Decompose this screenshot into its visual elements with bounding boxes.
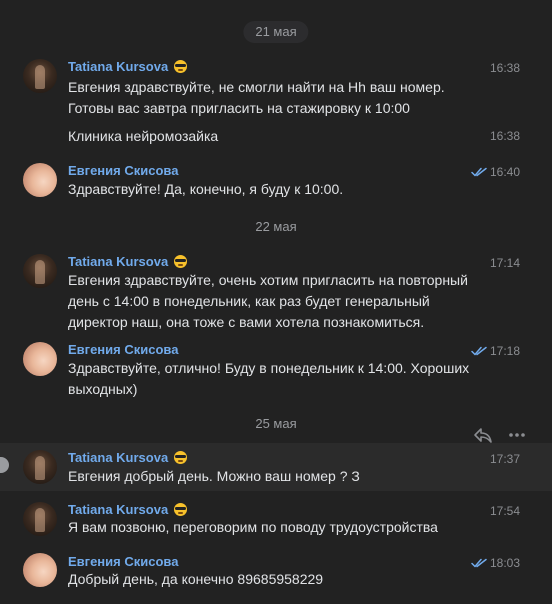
- author-name[interactable]: Tatiana Kursova: [68, 450, 188, 466]
- author-name[interactable]: Tatiana Kursova: [68, 502, 188, 518]
- author-name-text[interactable]: Tatiana Kursova: [68, 59, 168, 74]
- message-time-text: 17:18: [489, 344, 520, 358]
- message-text: Евгения добрый день. Можно ваш номер ? З: [68, 468, 360, 484]
- date-separator: 21 мая: [243, 21, 309, 43]
- message[interactable]: 16:38 Клиника нейромозайка: [0, 124, 552, 152]
- message-time-text: 18:03: [489, 556, 520, 570]
- message-time-text: 16:40: [489, 165, 520, 179]
- message-time: 16:40: [471, 164, 520, 180]
- message-text: Здравствуйте! Да, конечно, я буду к 10:0…: [68, 181, 344, 197]
- message-text: Здравствуйте, отлично! Буду в понедельни…: [68, 360, 470, 397]
- message-text: Евгения здравствуйте, очень хотим пригла…: [68, 272, 468, 330]
- message-time: 17:14: [489, 256, 520, 270]
- chat-history[interactable]: 21 мая Tatiana Kursova 16:38 Евгения здр…: [0, 0, 552, 604]
- message[interactable]: Tatiana Kursova 17:54 Я вам позвоню, пер…: [0, 495, 552, 543]
- sunglasses-emoji-icon: [174, 60, 188, 73]
- date-separator: 22 мая: [255, 219, 297, 234]
- avatar[interactable]: [23, 450, 57, 484]
- author-name[interactable]: Евгения Скисова: [68, 342, 178, 358]
- author-name[interactable]: Евгения Скисова: [68, 163, 178, 179]
- message[interactable]: Евгения Скисова 18:03 Добрый день, да ко…: [0, 547, 552, 595]
- date-separator: 25 мая: [255, 416, 297, 431]
- avatar[interactable]: [23, 553, 57, 587]
- author-name-text[interactable]: Tatiana Kursova: [68, 450, 168, 465]
- message-time: 16:38: [489, 129, 520, 143]
- avatar[interactable]: [23, 254, 57, 288]
- avatar[interactable]: [23, 59, 57, 93]
- message-text: Клиника нейромозайка: [68, 128, 219, 144]
- avatar[interactable]: [23, 163, 57, 197]
- message-time: 17:18: [471, 343, 520, 359]
- selection-indicator[interactable]: [0, 457, 9, 473]
- author-name-text[interactable]: Tatiana Kursova: [68, 502, 168, 517]
- sunglasses-emoji-icon: [174, 503, 188, 516]
- message-text: Я вам позвоню, переговорим по поводу тру…: [68, 519, 438, 535]
- message-text: Евгения здравствуйте, не смогли найти на…: [68, 79, 445, 116]
- message[interactable]: Tatiana Kursova 16:38 Евгения здравствуй…: [0, 54, 552, 118]
- message[interactable]: Tatiana Kursova 17:14 Евгения здравствуй…: [0, 249, 552, 330]
- author-name-text[interactable]: Tatiana Kursova: [68, 254, 168, 269]
- avatar[interactable]: [23, 502, 57, 536]
- message[interactable]: Tatiana Kursova 17:37 Евгения добрый ден…: [0, 443, 552, 491]
- author-name[interactable]: Евгения Скисова: [68, 554, 178, 570]
- message-time: 17:54: [489, 504, 520, 518]
- sunglasses-emoji-icon: [174, 451, 188, 464]
- message[interactable]: Евгения Скисова 17:18 Здравствуйте, отли…: [0, 337, 552, 403]
- double-check-icon: [471, 558, 487, 568]
- message-text: Добрый день, да конечно 89685958229: [68, 571, 324, 587]
- sunglasses-emoji-icon: [174, 255, 188, 268]
- double-check-icon: [471, 346, 487, 356]
- message-time: 17:37: [489, 452, 520, 466]
- avatar[interactable]: [23, 342, 57, 376]
- author-name[interactable]: Tatiana Kursova: [68, 254, 188, 270]
- author-name[interactable]: Tatiana Kursova: [68, 59, 188, 75]
- double-check-icon: [471, 167, 487, 177]
- message-time: 16:38: [489, 61, 520, 75]
- message[interactable]: Евгения Скисова 16:40 Здравствуйте! Да, …: [0, 158, 552, 204]
